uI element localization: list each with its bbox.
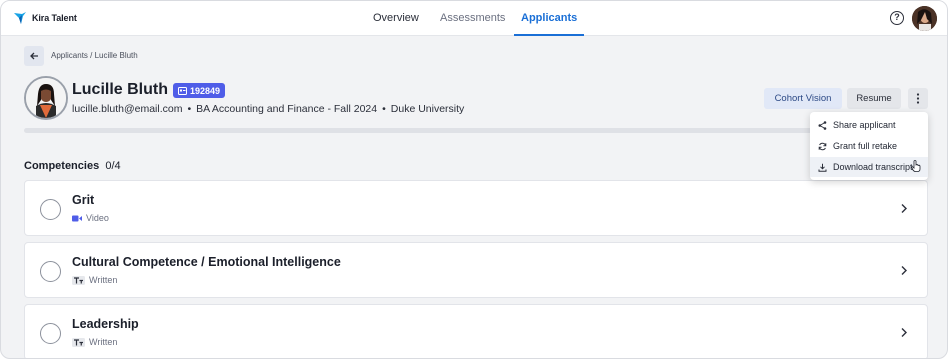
completion-circle-icon [40,261,61,282]
kira-bird-icon [14,12,26,24]
download-icon [818,163,827,172]
menu-item-share-applicant[interactable]: Share applicant [810,115,928,135]
applicant-school: Duke University [390,103,465,115]
competencies-heading: Competencies 0/4 [24,160,121,172]
competency-title: Grit [72,193,95,207]
applicant-email: lucille.bluth@email.com [72,103,183,115]
share-icon [818,120,827,130]
separator: • [187,103,192,115]
competency-title: Leadership [72,317,139,331]
app-window: Kira Talent Overview Assessments Applica… [0,0,948,359]
menu-item-label: Share applicant [833,120,896,130]
help-icon[interactable]: ? [890,11,904,25]
competency-card[interactable]: Grit Video [24,180,928,236]
logo[interactable]: Kira Talent [13,11,77,25]
breadcrumb: Applicants / Lucille Bluth [51,51,138,60]
video-icon [72,215,82,221]
competency-card[interactable]: Cultural Competence / Emotional Intellig… [24,242,928,298]
tab-applicants[interactable]: Applicants [513,1,585,36]
completion-circle-icon [40,323,61,344]
competency-title: Cultural Competence / Emotional Intellig… [72,255,341,269]
competency-type: Written [72,337,117,347]
applicant-progress-bar [24,128,814,133]
applicant-avatar [24,76,68,120]
completion-circle-icon [40,199,61,220]
competencies-title: Competencies [24,160,100,172]
applicant-id-badge: 192849 [173,83,226,98]
competency-type-label: Written [89,337,118,347]
separator: • [382,103,386,115]
menu-item-label: Download transcript [833,162,913,172]
menu-item-grant-full-retake[interactable]: Grant full retake [810,136,928,156]
chevron-right-icon [901,328,907,337]
cohort-vision-button[interactable]: Cohort Vision [764,88,842,109]
chevron-right-icon [901,266,907,275]
tab-overview[interactable]: Overview [373,1,419,36]
applicant-id: 192849 [190,85,221,96]
competency-type: Written [72,275,117,285]
vertical-dots-icon [916,93,920,104]
text-icon [72,337,85,347]
more-options-button[interactable] [908,88,928,109]
chevron-right-icon [901,204,907,213]
text-icon [72,275,85,285]
resume-button[interactable]: Resume [847,88,901,109]
user-avatar[interactable] [912,6,937,31]
arrow-left-icon [30,52,38,60]
user-photo-icon [912,6,937,31]
refresh-icon [818,142,827,150]
id-card-icon [178,86,187,95]
competency-type-label: Written [89,275,118,285]
tab-assessments[interactable]: Assessments [440,1,505,36]
competencies-count: 0/4 [105,160,121,172]
hand-cursor-icon [911,160,921,172]
logo-text: Kira Talent [32,13,77,23]
applicant-meta: lucille.bluth@email.com • BA Accounting an… [72,103,464,115]
applicant-photo-icon [26,78,66,118]
applicant-name: Lucille Bluth [72,81,168,98]
menu-item-label: Grant full retake [833,141,898,151]
competency-type: Video [72,213,109,223]
applicant-program: BA Accounting and Finance - Fall 2024 [196,103,378,115]
competency-type-label: Video [86,213,109,223]
back-button[interactable] [24,46,44,66]
competency-card[interactable]: Leadership Written [24,304,928,358]
top-nav: Kira Talent Overview Assessments Applica… [1,1,947,36]
